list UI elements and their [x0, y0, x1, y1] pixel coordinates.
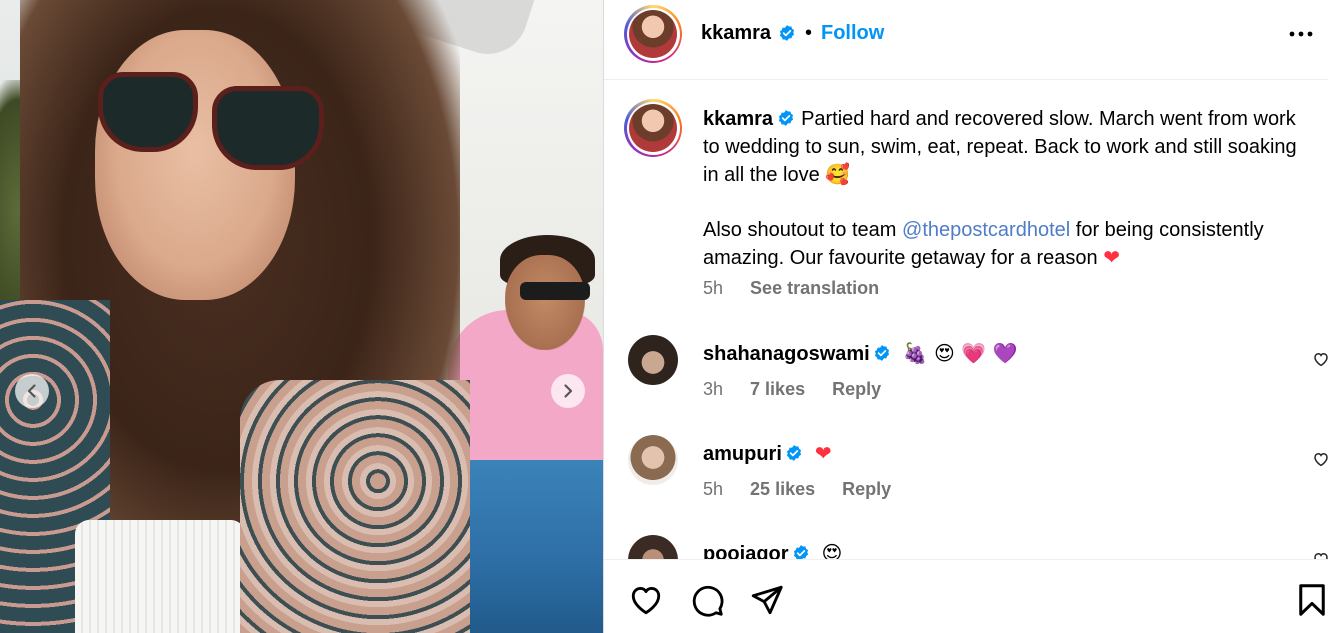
verified-badge-icon	[793, 544, 808, 559]
caption-text: kkamra Partied hard and recovered slow. …	[703, 106, 1313, 273]
verified-badge-icon	[779, 25, 795, 41]
more-options-icon[interactable]	[1288, 30, 1314, 38]
red-heart-emoji: ❤	[1103, 245, 1120, 269]
commenter-username[interactable]: amupuri	[703, 443, 782, 465]
verified-badge-icon	[874, 344, 889, 361]
photo-sunglasses-left-lens	[98, 72, 198, 152]
header-separator: •	[805, 22, 813, 44]
comment-meta: 3h 7 likes Reply	[703, 379, 903, 400]
post-photo[interactable]	[0, 0, 603, 633]
comment-heart-icon[interactable]	[1312, 350, 1328, 368]
comment-likes[interactable]: 7 likes	[750, 379, 805, 399]
verified-badge-icon	[779, 109, 794, 126]
reply-button[interactable]: Reply	[842, 479, 891, 499]
carousel-next-button[interactable]	[551, 374, 585, 408]
chevron-right-icon	[564, 384, 573, 398]
commenter-username[interactable]: poojagor	[703, 543, 789, 559]
comment-text: 😍	[821, 541, 843, 559]
comment-meta: 5h 25 likes Reply	[703, 479, 913, 500]
author-username[interactable]: kkamra	[701, 22, 771, 45]
comment-icon[interactable]	[689, 582, 725, 618]
caption-meta: 5h See translation	[703, 278, 901, 299]
follow-button[interactable]: Follow	[821, 22, 884, 45]
comments-list[interactable]: kkamra Partied hard and recovered slow. …	[604, 81, 1328, 559]
photo-sunglasses-right-lens	[212, 86, 324, 170]
commenter-username[interactable]: shahanagoswami	[703, 343, 870, 365]
comment-heart-icon[interactable]	[1312, 450, 1328, 468]
bookmark-icon[interactable]	[1294, 582, 1328, 618]
comment-item: shahanagoswami 🍇 😍 💗 💜 3h 7 likes Reply	[604, 335, 1328, 435]
reply-button[interactable]: Reply	[832, 379, 881, 399]
post-actions-bar	[604, 559, 1328, 633]
comment-item: poojagor 😍	[604, 535, 1328, 559]
post-side-panel: kkamra • Follow kkamra Partied hard and …	[603, 0, 1328, 633]
comment-time: 5h	[703, 479, 724, 499]
carousel-prev-button[interactable]	[15, 374, 49, 408]
commenter-avatar[interactable]	[628, 435, 678, 485]
share-icon[interactable]	[749, 582, 785, 618]
comment-text: 🍇 😍 💗 💜	[902, 341, 1018, 365]
caption-paragraph-2: Also shoutout to team @thepostcardhotel …	[703, 217, 1313, 273]
photo-man-sunglasses	[520, 282, 590, 300]
photo-white-top	[75, 520, 245, 633]
caption-username[interactable]: kkamra	[703, 108, 773, 130]
chevron-left-icon	[27, 384, 36, 398]
mention-link[interactable]: @thepostcardhotel	[902, 219, 1070, 241]
caption-author-avatar[interactable]	[624, 99, 682, 157]
comment-likes[interactable]: 25 likes	[750, 479, 815, 499]
commenter-avatar[interactable]	[628, 335, 678, 385]
see-translation-link[interactable]: See translation	[750, 278, 879, 298]
comment-heart-icon[interactable]	[1312, 550, 1328, 559]
comment-time: 3h	[703, 379, 724, 399]
heart-icon[interactable]	[628, 582, 664, 618]
caption-time: 5h	[703, 278, 724, 298]
photo-jacket-right	[240, 380, 470, 633]
post-header: kkamra • Follow	[604, 0, 1328, 80]
comment-item: amupuri ❤ 5h 25 likes Reply	[604, 435, 1328, 535]
commenter-avatar[interactable]	[628, 535, 678, 559]
comment-text: ❤	[814, 441, 832, 465]
caption-text-before-mention: Also shoutout to team	[703, 218, 903, 241]
smiling-hearts-emoji: 🥰	[825, 162, 851, 186]
photo-man-face	[505, 255, 585, 350]
verified-badge-icon	[786, 444, 801, 461]
author-avatar[interactable]	[624, 5, 682, 63]
